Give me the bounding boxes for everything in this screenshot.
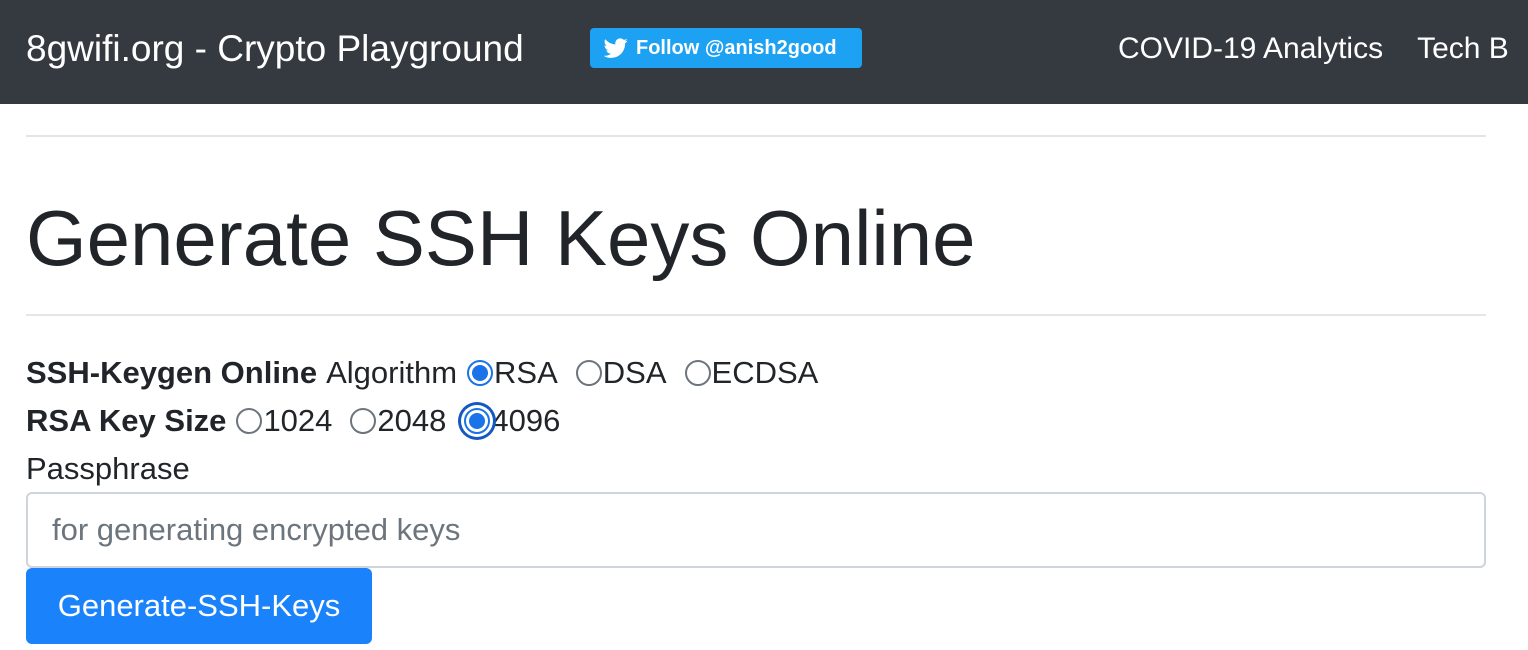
twitter-follow-label: Follow @anish2good — [636, 36, 837, 59]
radio-2048[interactable] — [350, 408, 377, 434]
radio-1024[interactable] — [236, 408, 263, 434]
key-size-row: RSA Key Size 1024 2048 4096 — [26, 400, 568, 442]
generate-ssh-keys-button[interactable]: Generate-SSH-Keys — [26, 568, 372, 644]
nav-link-covid-analytics[interactable]: COVID-19 Analytics — [1118, 30, 1383, 68]
radio-dsa[interactable] — [575, 360, 602, 386]
divider-below-title — [26, 314, 1486, 316]
nav-link-tech-blog[interactable]: Tech B — [1417, 30, 1509, 68]
key-size-heading: RSA Key Size — [26, 403, 227, 438]
divider-top — [26, 135, 1486, 137]
twitter-bird-icon — [604, 38, 628, 58]
passphrase-input[interactable] — [26, 492, 1486, 568]
radio-dsa-label: DSA — [602, 355, 667, 390]
radio-rsa[interactable] — [467, 360, 494, 386]
nav-links: COVID-19 Analytics Tech B — [1118, 30, 1528, 68]
brand-link[interactable]: 8gwifi.org - Crypto Playground — [26, 26, 524, 72]
algorithm-heading: SSH-Keygen Online — [26, 355, 318, 390]
radio-1024-label: 1024 — [263, 403, 333, 438]
radio-ecdsa[interactable] — [684, 360, 711, 386]
radio-4096-label: 4096 — [491, 403, 561, 438]
page-title: Generate SSH Keys Online — [26, 194, 976, 282]
top-navbar: 8gwifi.org - Crypto Playground Follow @a… — [0, 0, 1528, 104]
algorithm-label: Algorithm — [326, 355, 458, 390]
radio-4096[interactable] — [464, 408, 491, 434]
radio-ecdsa-label: ECDSA — [711, 355, 819, 390]
algorithm-row: SSH-Keygen Online Algorithm RSA DSA ECDS… — [26, 352, 826, 394]
radio-2048-label: 2048 — [377, 403, 447, 438]
radio-rsa-label: RSA — [494, 355, 558, 390]
twitter-follow-button[interactable]: Follow @anish2good — [590, 28, 862, 68]
passphrase-label: Passphrase — [26, 451, 190, 486]
